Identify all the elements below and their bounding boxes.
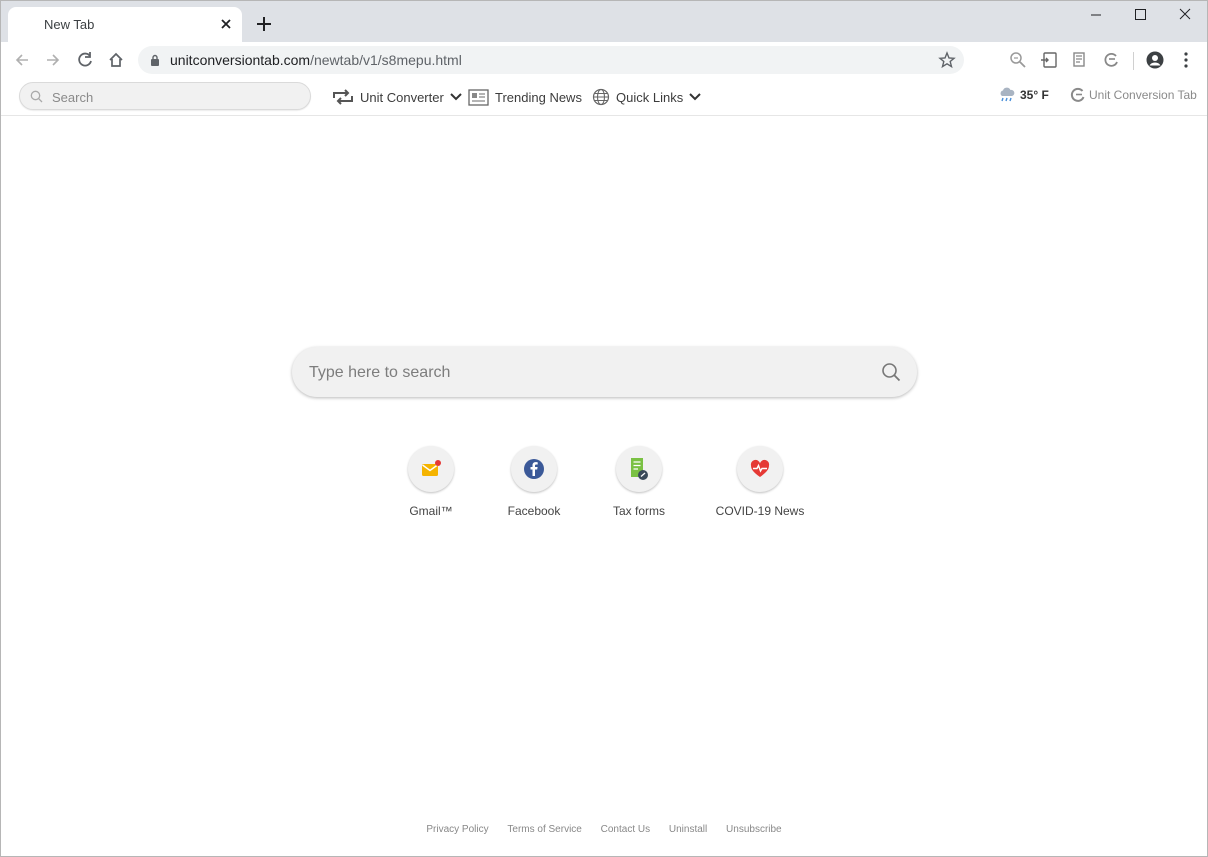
gmail-icon [422,460,441,476]
brand-name: Unit Conversion Tab [1089,88,1197,102]
window-border [0,0,1208,857]
shortcut-gmail[interactable]: Gmail™ [371,446,491,518]
tab-title: New Tab [44,17,95,32]
quick-links-label: Quick Links [616,89,684,105]
covid-news-icon [750,459,770,477]
quick-links-menu[interactable]: Quick Links [592,87,702,107]
unit-conversion-logo-icon [1070,87,1085,102]
browser-tab[interactable]: New Tab [8,7,242,42]
address-bar[interactable]: unitconversiontab.com/newtab/v1/s8mepu.h… [138,46,964,74]
home-icon[interactable] [106,50,126,70]
unit-converter-label: Unit Converter [360,89,444,105]
unit-converter-menu[interactable]: Unit Converter [332,87,463,107]
news-extension-icon[interactable] [1071,51,1089,69]
minimize-icon[interactable] [1082,4,1110,26]
trending-news-label: Trending News [495,89,582,105]
rain-cloud-icon [1000,87,1015,102]
back-icon[interactable] [12,50,32,70]
brand-logo[interactable]: Unit Conversion Tab [1070,87,1197,103]
privacy-policy-link[interactable]: Privacy Policy [426,824,488,835]
search-icon [30,90,43,103]
tax-forms-icon [631,458,648,480]
unsubscribe-link[interactable]: Unsubscribe [726,824,782,835]
zoom-extension-icon[interactable] [1009,51,1027,69]
convert-arrows-icon [333,89,353,105]
main-search-input[interactable] [307,359,871,387]
shortcut-label: Facebook [507,504,561,518]
shortcut-label: Tax forms [612,504,665,518]
unit-conversion-extension-icon[interactable] [1102,51,1120,69]
search-icon[interactable] [881,362,901,382]
newspaper-icon [468,88,489,106]
main-search-box [292,347,917,397]
extension-bar: Unit Converter Trending News Quick Links… [0,78,1208,116]
contact-us-link[interactable]: Contact Us [601,824,650,835]
bookmark-star-icon[interactable] [938,51,956,69]
toolbar-separator [1133,52,1134,70]
maximize-icon[interactable] [1126,4,1154,26]
tab-close-icon[interactable] [218,16,234,32]
weather-widget[interactable]: 35° F [998,87,1049,103]
toolbar-search-input[interactable] [50,87,304,107]
profile-icon[interactable] [1146,51,1164,69]
new-tab-icon[interactable] [254,14,274,34]
terms-of-service-link[interactable]: Terms of Service [507,824,581,835]
uninstall-link[interactable]: Uninstall [669,824,707,835]
toolbar-search [19,82,311,110]
shortcut-covid-news[interactable]: COVID-19 News [700,446,820,518]
footer: Privacy Policy Terms of Service Contact … [0,824,1208,835]
forward-icon[interactable] [43,50,63,70]
converter-extension-icon[interactable] [1040,51,1058,69]
chevron-down-icon [689,93,701,101]
chevron-down-icon [450,93,462,101]
shortcut-facebook[interactable]: Facebook [474,446,594,518]
facebook-icon [524,459,544,479]
shortcut-label: COVID-19 News [715,504,805,518]
close-window-icon[interactable] [1171,4,1199,26]
url-text: unitconversiontab.com/newtab/v1/s8mepu.h… [170,52,462,68]
browser-toolbar: unitconversiontab.com/newtab/v1/s8mepu.h… [0,42,1208,78]
weather-temperature: 35° F [1020,88,1049,102]
shortcut-tax-forms[interactable]: Tax forms [579,446,699,518]
tab-strip: New Tab [0,0,1208,42]
trending-news-link[interactable]: Trending News [468,87,582,107]
reload-icon[interactable] [75,50,95,70]
more-menu-icon[interactable] [1177,51,1195,69]
shortcut-label: Gmail™ [409,504,453,518]
globe-icon [592,88,610,106]
lock-icon [151,54,159,66]
